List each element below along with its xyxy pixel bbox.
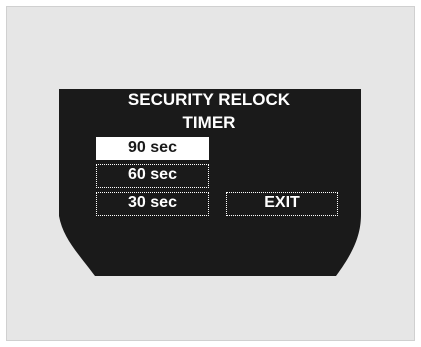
display-panel <box>59 89 361 276</box>
screen-title-line-1: SECURITY RELOCK <box>127 90 291 109</box>
option-90-sec[interactable]: 90 sec <box>96 137 209 160</box>
exit-button[interactable]: EXIT <box>226 192 338 216</box>
option-30-sec[interactable]: 30 sec <box>96 192 209 216</box>
screen-title-line-2: TIMER <box>182 113 236 132</box>
option-60-sec[interactable]: 60 sec <box>96 164 209 188</box>
